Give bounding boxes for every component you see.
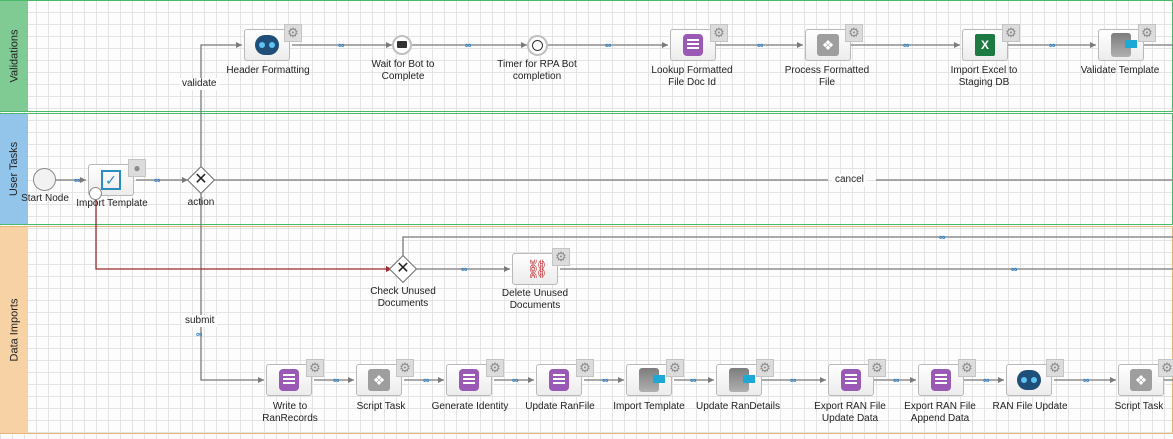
person-icon[interactable]: ● [128,159,146,177]
process-canvas[interactable]: Validations User Tasks Data Imports ∞ ∞ … [0,0,1173,439]
link-icon[interactable]: ∞ [338,41,344,50]
gear-icon[interactable]: ⚙ [958,359,976,377]
database-icon [931,369,951,391]
trash-icon: ⛓ [526,259,549,279]
label-timer-rpa: Timer for RPA Bot completion [497,59,577,82]
task-write-ranrecords[interactable]: ⚙ [266,359,346,405]
label-check-unused: Check Unused Documents [370,286,436,309]
clock-icon [532,40,543,51]
script-icon: ❖ [368,369,390,391]
checkbox-icon: ✓ [101,170,121,190]
link-icon[interactable]: ∞ [903,41,909,50]
event-timer-rpa[interactable] [527,35,548,56]
gear-icon[interactable]: ⚙ [576,359,594,377]
label-update-ranfile: Update RanFile [525,401,595,412]
gear-icon[interactable]: ⚙ [306,359,324,377]
task-import-template-data[interactable]: ⚙ [626,359,706,405]
gateway-check-unused[interactable]: ✕ [388,254,418,284]
gear-icon[interactable]: ⚙ [284,24,302,42]
task-script-2[interactable]: ❖ ⚙ [1118,359,1173,405]
gear-icon[interactable]: ⚙ [666,359,684,377]
label-lookup-formatted-file: Lookup Formatted File Doc Id [651,65,733,88]
server-icon [639,368,665,392]
bot-icon [255,35,279,55]
task-script-1[interactable]: ❖ ⚙ [356,359,436,405]
excel-icon: X [975,34,995,56]
database-icon [841,369,861,391]
label-export-ran-append: Export RAN File Append Data [904,401,976,424]
bot-icon [1017,370,1041,390]
label-write-ranrecords: Write to RanRecords [262,401,318,424]
link-icon[interactable]: ∞ [1011,265,1017,274]
gear-icon[interactable]: ⚙ [396,359,414,377]
gear-icon[interactable]: ⚙ [486,359,504,377]
database-icon [549,369,569,391]
close-icon: ✕ [194,171,208,188]
label-update-randetails: Update RanDetails [696,401,780,412]
label-script-1: Script Task [356,401,406,412]
task-update-ranfile[interactable]: ⚙ [536,359,616,405]
label-header-formatting: Header Formatting [226,65,310,76]
label-ran-file-update: RAN File Update [992,401,1068,412]
label-import-template-user: Import Template [76,198,148,209]
link-icon[interactable]: ∞ [461,265,467,274]
label-export-ran-update: Export RAN File Update Data [814,401,886,424]
label-generate-identity: Generate Identity [431,401,509,412]
gear-icon[interactable]: ⚙ [1046,359,1064,377]
task-generate-identity[interactable]: ⚙ [446,359,526,405]
envelope-icon [397,41,407,48]
gear-icon[interactable]: ⚙ [845,24,863,42]
gateway-action[interactable]: ✕ [186,165,216,195]
link-icon[interactable]: ∞ [605,41,611,50]
link-icon[interactable]: ∞ [74,176,80,185]
label-process-formatted-file: Process Formatted File [784,65,870,88]
link-icon[interactable]: ∞ [1049,41,1055,50]
database-icon [459,369,479,391]
server-icon [729,368,755,392]
gear-icon[interactable]: ⚙ [868,359,886,377]
gear-icon[interactable]: ⚙ [1158,359,1173,377]
task-ran-file-update[interactable]: ⚙ [1006,359,1086,405]
task-export-ran-append[interactable]: ⚙ [918,359,998,405]
label-delete-unused: Delete Unused Documents [501,288,569,311]
database-icon [279,369,299,391]
database-icon [683,34,703,56]
close-icon: ✕ [396,260,410,277]
label-script-2: Script Task [1114,401,1164,412]
label-import-template-data: Import Template [613,401,685,412]
event-wait-for-bot[interactable] [392,35,412,55]
gear-icon[interactable]: ⚙ [1138,24,1156,42]
task-export-ran-update[interactable]: ⚙ [828,359,908,405]
edge-label-cancel[interactable]: cancel [832,174,867,186]
label-wait-for-bot: Wait for Bot to Complete [371,59,435,82]
edge-label-validate[interactable]: validate [179,78,220,90]
label-validate-template: Validate Template [1080,65,1160,76]
edge-label-submit[interactable]: submit [182,315,218,327]
label-import-excel-staging: Import Excel to Staging DB [950,65,1018,88]
link-icon[interactable]: ∞ [757,41,763,50]
server-icon [1111,33,1137,57]
gear-icon[interactable]: ⚙ [710,24,728,42]
script-icon: ❖ [817,34,839,56]
link-icon[interactable]: ∞ [465,41,471,50]
gear-icon[interactable]: ⚙ [552,248,570,266]
gear-icon[interactable]: ⚙ [756,359,774,377]
task-update-randetails[interactable]: ⚙ [716,359,796,405]
script-icon: ❖ [1130,369,1152,391]
gear-icon[interactable]: ⚙ [1002,24,1020,42]
start-node[interactable] [33,168,56,191]
label-gateway-action: action [187,197,215,208]
link-icon[interactable]: ∞ [939,233,945,242]
link-icon[interactable]: ∞ [196,330,202,339]
